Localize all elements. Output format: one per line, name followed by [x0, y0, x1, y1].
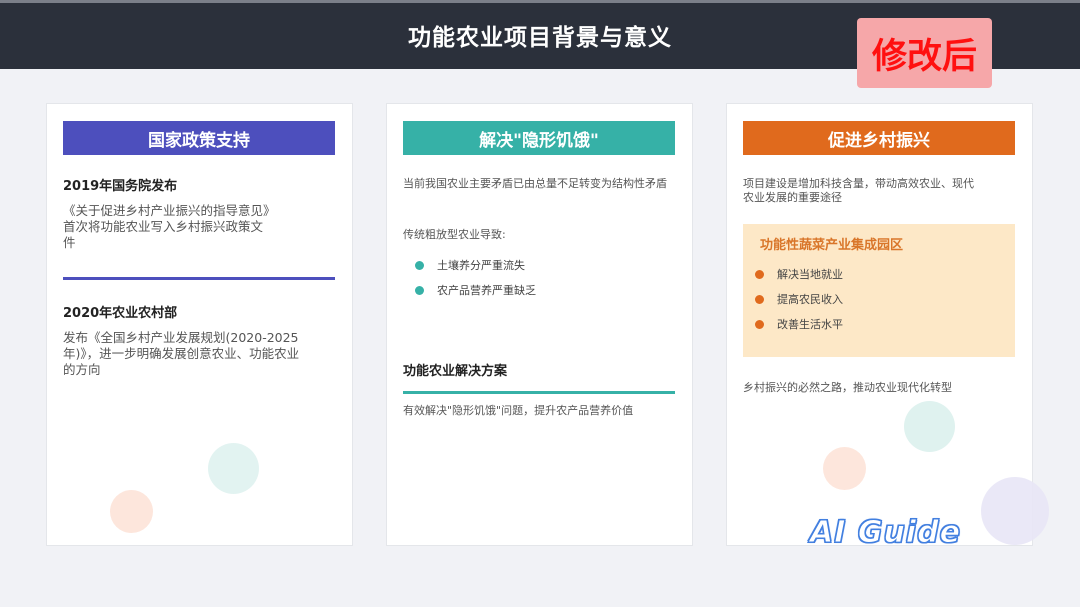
page-title: 功能农业项目背景与意义 [408, 24, 672, 51]
hunger-bullet: 土壤养分严重流失 [415, 257, 525, 273]
hunger-solution-text: 有效解决"隐形饥饿"问题，提升农产品营养价值 [403, 404, 634, 417]
revival-bullet: 解决当地就业 [755, 266, 843, 282]
revival-intro-line1: 项目建设是增加科技含量，带动高效农业、现代 [743, 177, 974, 190]
industry-park-box: 功能性蔬菜产业集成园区 解决当地就业 提高农民收入 改善生活水平 [743, 224, 1015, 357]
modified-badge: 修改后 [857, 18, 992, 88]
decorative-circle [208, 443, 259, 494]
hunger-bullet-label: 农产品营养严重缺乏 [437, 284, 536, 297]
ai-guide-watermark: AI Guide [810, 515, 961, 551]
revival-bullet: 改善生活水平 [755, 316, 843, 332]
revival-bullet-label: 提高农民收入 [777, 293, 843, 306]
policy-item2-title: 2020年农业农村部 [63, 306, 178, 321]
policy-item1-line2: 首次将功能农业写入乡村振兴政策文 [63, 219, 264, 234]
industry-park-title: 功能性蔬菜产业集成园区 [760, 238, 904, 253]
bullet-dot-icon [755, 319, 764, 329]
policy-item2-line1: 发布《全国乡村产业发展规划(2020-2025 [63, 330, 299, 345]
revival-bullet-label: 解决当地就业 [777, 268, 843, 281]
policy-item2-line2: 年)》，进一步明确发展创意农业、功能农业 [63, 346, 300, 361]
policy-divider [63, 277, 335, 280]
decorative-circle [823, 447, 866, 490]
hunger-intro: 当前我国农业主要矛盾已由总量不足转变为结构性矛盾 [403, 177, 667, 190]
decorative-circle [981, 477, 1049, 545]
revival-card: 促进乡村振兴 项目建设是增加科技含量，带动高效农业、现代 农业发展的重要途径 功… [726, 103, 1033, 546]
decorative-circle [110, 490, 153, 533]
hunger-card-heading: 解决"隐形饥饿" [403, 121, 675, 155]
policy-card-heading: 国家政策支持 [63, 121, 335, 155]
policy-item2-line3: 的方向 [63, 362, 101, 377]
policy-item1-line1: 《关于促进乡村产业振兴的指导意见》 [63, 203, 276, 218]
hunger-divider [403, 391, 675, 394]
hunger-cause-label: 传统粗放型农业导致: [403, 228, 506, 241]
bullet-dot-icon [415, 260, 424, 270]
revival-intro-line2: 农业发展的重要途径 [743, 191, 842, 204]
hunger-bullet-label: 土壤养分严重流失 [437, 259, 525, 272]
revival-bullet: 提高农民收入 [755, 291, 843, 307]
hunger-solution-title: 功能农业解决方案 [403, 364, 508, 379]
decorative-circle [904, 401, 955, 452]
policy-item1-title: 2019年国务院发布 [63, 179, 178, 194]
bullet-dot-icon [755, 294, 764, 304]
hunger-card: 解决"隐形饥饿" 当前我国农业主要矛盾已由总量不足转变为结构性矛盾 传统粗放型农… [386, 103, 693, 546]
bullet-dot-icon [415, 285, 424, 295]
revival-card-heading: 促进乡村振兴 [743, 121, 1015, 155]
policy-card: 国家政策支持 2019年国务院发布 《关于促进乡村产业振兴的指导意见》 首次将功… [46, 103, 353, 546]
revival-footer: 乡村振兴的必然之路，推动农业现代化转型 [743, 381, 952, 394]
policy-item1-line3: 件 [63, 235, 76, 250]
hunger-bullet: 农产品营养严重缺乏 [415, 282, 536, 298]
revival-bullet-label: 改善生活水平 [777, 318, 843, 331]
bullet-dot-icon [755, 269, 764, 279]
